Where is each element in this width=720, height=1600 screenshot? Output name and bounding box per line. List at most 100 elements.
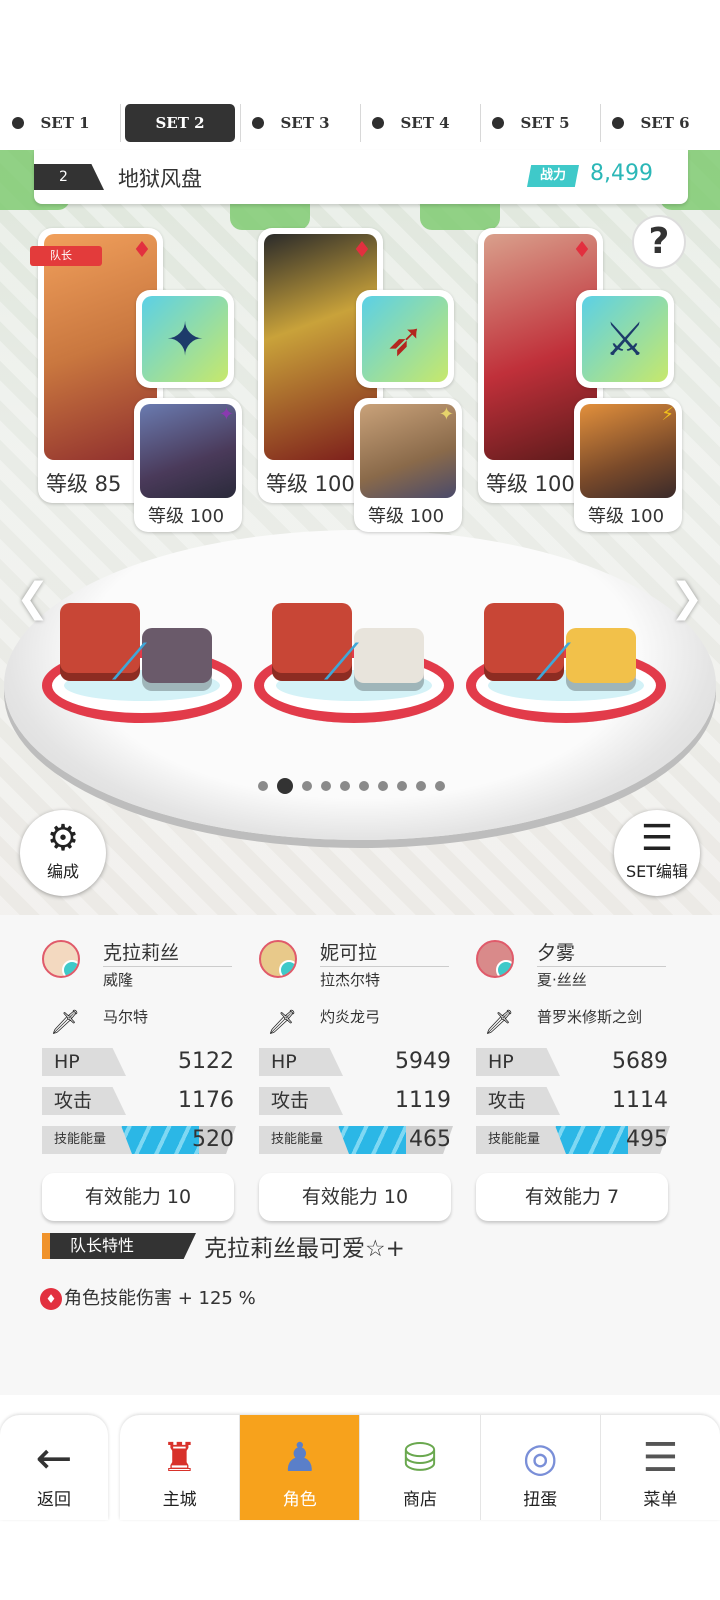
formation-gear-icon: ⚙ xyxy=(46,818,80,859)
weapon-icon: 🗡 xyxy=(50,1008,81,1036)
bottom-nav: ← 返回 ♜ 主城 ♟ 角色 ⛁ 商店 ◎ 扭蛋 ☰ 菜单 xyxy=(0,1415,720,1520)
leader-badge: 队长 xyxy=(30,246,102,266)
tab-set-2[interactable]: SET 2 xyxy=(120,100,240,146)
tab-set-1[interactable]: SET 1 xyxy=(0,100,120,146)
menu-icon: ☰ xyxy=(642,1435,679,1481)
leader-trait-label: 队长特性 xyxy=(42,1233,196,1259)
hero-level: 等级 85 xyxy=(46,472,122,496)
skill-energy-row: 技能能量 465 xyxy=(259,1126,453,1154)
nav-shop[interactable]: ⛁ 商店 xyxy=(359,1415,479,1520)
list-icon: ☰ xyxy=(640,818,674,859)
leader-skill-bonus: ♦ 角色技能伤害 + 125 % xyxy=(40,1284,256,1310)
page-dot[interactable] xyxy=(258,781,268,791)
bullet-icon xyxy=(12,117,24,129)
hp-row: HP 5949 xyxy=(259,1048,451,1076)
fire-element-icon: ♦ xyxy=(132,238,152,263)
hero-level: 等级 100 xyxy=(486,472,575,496)
leader-trait: 队长特性 克拉莉丝最可爱☆+ xyxy=(42,1233,702,1262)
effective-ability-button[interactable]: 有效能力 7 xyxy=(476,1173,668,1221)
sword-icon: ⟋ xyxy=(536,633,571,691)
team-number: 2 xyxy=(34,164,104,190)
team-name[interactable]: 地狱风盘 xyxy=(118,163,202,193)
nav-castle[interactable]: ♜ 主城 xyxy=(120,1415,239,1520)
tab-set-6[interactable]: SET 6 xyxy=(600,100,720,146)
bow-icon: ➶ xyxy=(385,312,425,366)
page-dot[interactable] xyxy=(397,781,407,791)
hp-row: HP 5689 xyxy=(476,1048,668,1076)
nav-character[interactable]: ♟ 角色 xyxy=(239,1415,360,1520)
hero-stats-panel: 克拉莉丝 威隆 🗡 马尔特 HP 5122 攻击 1176 技能能量 520 有… xyxy=(0,915,720,1395)
castle-icon: ♜ xyxy=(161,1435,198,1481)
bullet-icon xyxy=(252,117,264,129)
tab-set-5[interactable]: SET 5 xyxy=(480,100,600,146)
avatar xyxy=(476,940,514,978)
support-level: 等级 100 xyxy=(148,506,225,527)
attack-row: 攻击 1176 xyxy=(42,1087,234,1115)
nav-gacha[interactable]: ◎ 扭蛋 xyxy=(479,1415,600,1520)
prev-arrow-icon[interactable]: ❮ xyxy=(16,575,50,621)
page-dot[interactable] xyxy=(340,781,350,791)
attack-row: 攻击 1114 xyxy=(476,1087,668,1115)
page-dot[interactable] xyxy=(302,781,312,791)
page-dot[interactable] xyxy=(416,781,426,791)
nav-menu[interactable]: ☰ 菜单 xyxy=(599,1415,720,1520)
sword-icon: ⚔ xyxy=(604,312,646,366)
attack-row: 攻击 1119 xyxy=(259,1087,451,1115)
support-card-3[interactable]: ⚡ 等级 100 xyxy=(574,398,682,532)
hero-figure-3[interactable]: ⟋ xyxy=(466,568,666,723)
fire-element-icon: ♦ xyxy=(352,238,372,263)
power-label: 战力 xyxy=(527,165,579,187)
leader-skill-name: 克拉莉丝最可爱☆+ xyxy=(204,1236,405,1262)
bullet-icon xyxy=(492,117,504,129)
set-tabs: SET 1 SET 2 SET 3 SET 4 SET 5 SET 6 xyxy=(0,100,720,146)
lightning-element-icon: ⚡ xyxy=(661,404,674,425)
page-indicator xyxy=(258,778,445,794)
avatar xyxy=(42,940,80,978)
bullet-icon xyxy=(612,117,624,129)
tab-set-3[interactable]: SET 3 xyxy=(240,100,360,146)
tab-set-4[interactable]: SET 4 xyxy=(360,100,480,146)
set-edit-button[interactable]: ☰ SET编辑 xyxy=(614,810,700,896)
page-dot[interactable] xyxy=(321,781,331,791)
weapon-slot-1[interactable]: ✦ xyxy=(136,290,234,388)
support-level: 等级 100 xyxy=(368,506,445,527)
skill-energy-row: 技能能量 520 xyxy=(42,1126,236,1154)
hero-level: 等级 100 xyxy=(266,472,355,496)
weapon-icon: 🗡 xyxy=(484,1008,515,1036)
hp-row: HP 5122 xyxy=(42,1048,234,1076)
back-arrow-icon: ← xyxy=(35,1433,73,1484)
weapon-icon: 🗡 xyxy=(267,1008,298,1036)
team-header: 2 地狱风盘 战力 8,499 xyxy=(34,150,688,204)
page-dot[interactable] xyxy=(378,781,388,791)
character-icon: ♟ xyxy=(281,1435,318,1481)
power-value: 8,499 xyxy=(590,161,653,186)
avatar xyxy=(259,940,297,978)
effective-ability-button[interactable]: 有效能力 10 xyxy=(259,1173,451,1221)
back-button[interactable]: ← 返回 xyxy=(0,1415,108,1520)
support-card-1[interactable]: ✦ 等级 100 xyxy=(134,398,242,532)
support-level: 等级 100 xyxy=(588,506,665,527)
page-dot[interactable] xyxy=(435,781,445,791)
weapon-slot-3[interactable]: ⚔ xyxy=(576,290,674,388)
bullet-icon xyxy=(372,117,384,129)
effective-ability-button[interactable]: 有效能力 10 xyxy=(42,1173,234,1221)
page-dot[interactable] xyxy=(277,778,293,794)
gacha-icon: ◎ xyxy=(522,1435,558,1481)
hero-figure-1[interactable]: ⟋ xyxy=(42,568,242,723)
fire-element-icon: ♦ xyxy=(572,238,592,263)
sword-icon: ⟋ xyxy=(324,633,359,691)
formation-button[interactable]: ⚙ 编成 xyxy=(20,810,106,896)
page-dot[interactable] xyxy=(359,781,369,791)
spear-icon: ✦ xyxy=(165,312,205,366)
hero-figure-2[interactable]: ⟋ xyxy=(254,568,454,723)
dark-element-icon: ✦ xyxy=(218,404,234,425)
light-element-icon: ✦ xyxy=(438,404,454,425)
support-card-2[interactable]: ✦ 等级 100 xyxy=(354,398,462,532)
weapon-slot-2[interactable]: ➶ xyxy=(356,290,454,388)
help-button[interactable]: ? xyxy=(632,215,686,269)
shop-icon: ⛁ xyxy=(403,1435,437,1481)
sword-icon: ⟋ xyxy=(112,633,147,691)
next-arrow-icon[interactable]: ❯ xyxy=(670,575,704,621)
skill-energy-row: 技能能量 495 xyxy=(476,1126,670,1154)
fire-element-icon: ♦ xyxy=(40,1288,62,1310)
